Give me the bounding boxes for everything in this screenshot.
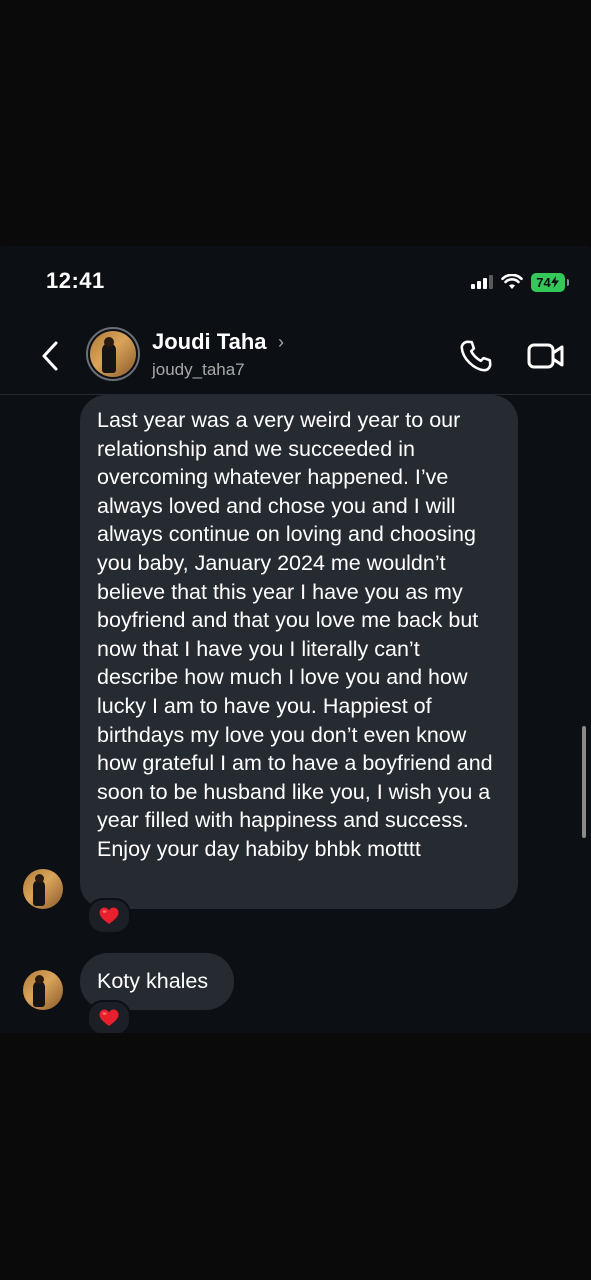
wifi-icon <box>501 274 523 289</box>
audio-call-button[interactable] <box>458 338 494 374</box>
sender-avatar[interactable] <box>23 869 63 909</box>
charging-bolt-icon <box>550 276 559 288</box>
heart-icon <box>99 907 119 924</box>
message-text: Last year was a very weird year to our r… <box>97 408 493 861</box>
chevron-right-icon[interactable]: › <box>278 332 284 353</box>
chevron-left-icon <box>42 341 58 371</box>
top-letterbox <box>0 0 591 246</box>
video-camera-icon <box>527 343 564 369</box>
sender-avatar[interactable] <box>23 970 63 1010</box>
message-bubble[interactable]: Last year was a very weird year to our r… <box>80 395 518 909</box>
status-icons: 74 <box>471 272 569 292</box>
contact-username: joudy_taha7 <box>152 360 245 379</box>
back-button[interactable] <box>36 336 66 376</box>
chat-screen: 12:41 74 Joudi Taha › joudy_taha7 Last y… <box>0 246 591 1033</box>
message-reaction[interactable] <box>87 898 131 934</box>
status-time: 12:41 <box>46 268 105 293</box>
battery-icon: 74 <box>531 272 569 292</box>
scrollbar[interactable] <box>582 726 586 838</box>
chat-header: Joudi Taha › joudy_taha7 <box>0 320 591 394</box>
avatar-image <box>90 331 136 377</box>
cellular-signal-icon <box>471 275 493 289</box>
heart-icon <box>99 1009 119 1026</box>
message-text: Koty khales <box>97 969 209 993</box>
bottom-letterbox <box>0 1033 591 1280</box>
contact-name[interactable]: Joudi Taha <box>152 329 267 355</box>
video-call-button[interactable] <box>526 338 566 374</box>
message-reaction[interactable] <box>87 1000 131 1033</box>
battery-level: 74 <box>536 274 551 290</box>
contact-avatar[interactable] <box>86 327 140 381</box>
phone-icon <box>460 340 492 372</box>
